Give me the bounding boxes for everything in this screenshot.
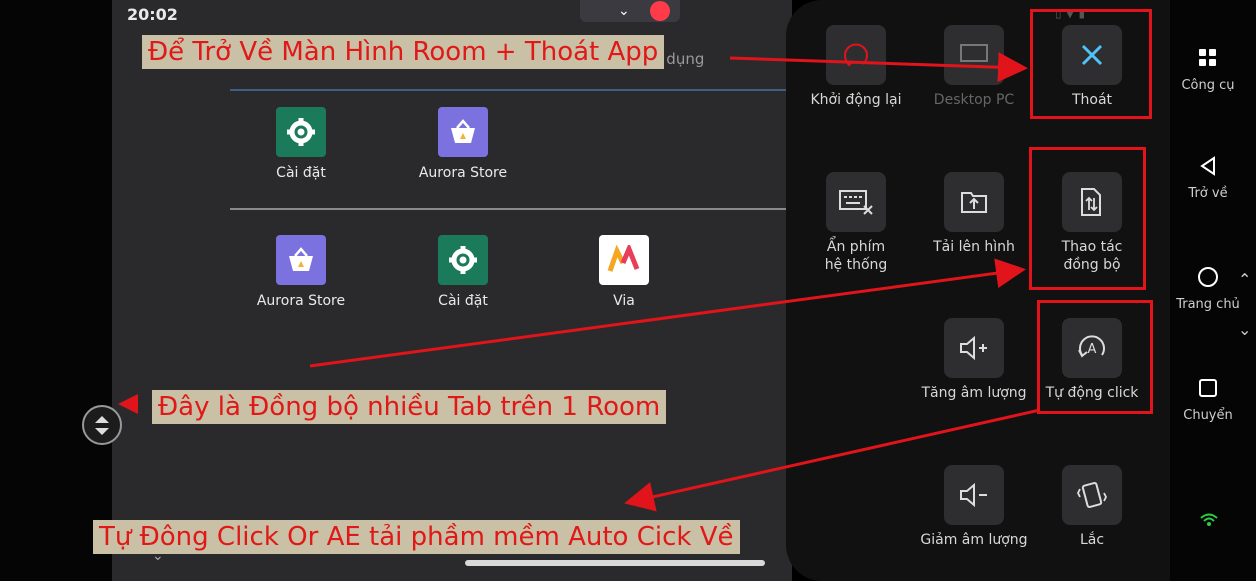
annotation-arrows — [118, 52, 1041, 512]
caption-autoclick: Tự Đông Click Or AE tải phầm mềm Auto Ci… — [93, 520, 740, 554]
arrow-to-sync — [309, 258, 1026, 368]
arrow-head-sync-caption — [118, 394, 138, 414]
arrow-from-autoclick — [624, 408, 1041, 512]
arrow-to-exit — [729, 52, 1028, 83]
caption-sync: Đây là Đồng bộ nhiều Tab trên 1 Room — [152, 390, 667, 424]
caption-exit: Để Trở Về Màn Hình Room + Thoát App — [142, 35, 665, 69]
screen: 20:02 ⌄ 🔍︎ Tìm kiếm ứng dụng Cài đặt Aur… — [0, 0, 1256, 581]
